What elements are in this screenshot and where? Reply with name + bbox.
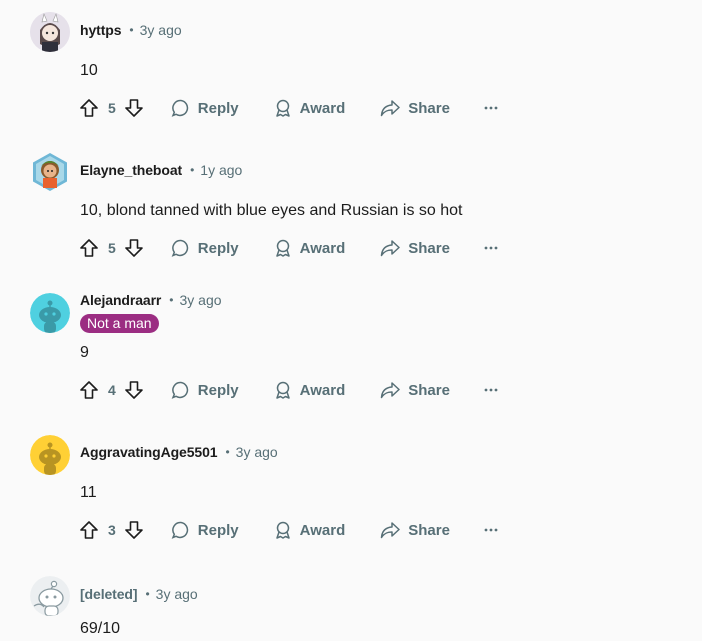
comment-body: 9	[80, 344, 89, 361]
comment-body: 11	[80, 484, 97, 501]
more-options-icon[interactable]	[483, 527, 499, 533]
comment-username[interactable]: hyttps	[80, 22, 122, 38]
award-button[interactable]: Award	[273, 520, 346, 540]
award-button[interactable]: Award	[273, 238, 346, 258]
user-flair-badge: Not a man	[80, 314, 159, 333]
reply-button[interactable]: Reply	[171, 380, 239, 400]
comment-bubble-icon	[171, 98, 191, 118]
comment-actions: 4 Reply Award Share	[78, 378, 499, 402]
separator-dot: •	[190, 163, 195, 177]
reply-label: Reply	[197, 239, 239, 257]
comment-bubble-icon	[171, 520, 191, 540]
reply-button[interactable]: Reply	[171, 520, 239, 540]
separator-dot: •	[169, 293, 174, 307]
vote-count: 5	[108, 240, 116, 256]
comment-timestamp[interactable]: 1y ago	[200, 162, 242, 178]
more-options-icon[interactable]	[483, 387, 499, 393]
comment-username[interactable]: AggravatingAge5501	[80, 444, 218, 460]
award-button[interactable]: Award	[273, 380, 346, 400]
upvote-icon[interactable]	[78, 237, 100, 259]
comment-actions: 3 Reply Award Share	[78, 518, 499, 542]
vote-count: 3	[108, 522, 116, 538]
comment-actions: 5 Reply Award Share	[78, 236, 499, 260]
reply-label: Reply	[197, 99, 239, 117]
separator-dot: •	[145, 587, 150, 601]
downvote-icon[interactable]	[123, 379, 145, 401]
share-arrow-icon	[379, 380, 401, 400]
downvote-icon[interactable]	[123, 519, 145, 541]
more-options-icon[interactable]	[483, 105, 499, 111]
comment-bubble-icon	[171, 380, 191, 400]
comment-bubble-icon	[171, 238, 191, 258]
user-avatar[interactable]	[30, 435, 70, 475]
comment-username[interactable]: Alejandraarr	[80, 292, 161, 308]
downvote-icon[interactable]	[123, 97, 145, 119]
comment-actions: 5 Reply Award Share	[78, 96, 499, 120]
downvote-icon[interactable]	[123, 237, 145, 259]
comment-timestamp[interactable]: 3y ago	[140, 22, 182, 38]
comment-body: 69/10	[80, 620, 121, 637]
user-avatar[interactable]	[30, 12, 70, 52]
share-label: Share	[408, 521, 450, 539]
share-arrow-icon	[379, 98, 401, 118]
comment-body: 10, blond tanned with blue eyes and Russ…	[80, 202, 463, 219]
share-button[interactable]: Share	[379, 238, 450, 258]
user-avatar[interactable]	[30, 576, 70, 616]
share-label: Share	[408, 239, 450, 257]
upvote-icon[interactable]	[78, 97, 100, 119]
comment-timestamp[interactable]: 3y ago	[156, 586, 198, 602]
award-icon	[273, 380, 293, 400]
award-button[interactable]: Award	[273, 98, 346, 118]
more-options-icon[interactable]	[483, 245, 499, 251]
user-avatar[interactable]	[30, 152, 70, 192]
upvote-icon[interactable]	[78, 519, 100, 541]
award-icon	[273, 520, 293, 540]
vote-count: 4	[108, 382, 116, 398]
vote-count: 5	[108, 100, 116, 116]
award-label: Award	[299, 381, 346, 399]
separator-dot: •	[225, 445, 230, 459]
share-label: Share	[408, 99, 450, 117]
upvote-icon[interactable]	[78, 379, 100, 401]
comment-timestamp[interactable]: 3y ago	[236, 444, 278, 460]
comment-body: 10	[80, 62, 98, 79]
award-icon	[273, 98, 293, 118]
share-arrow-icon	[379, 520, 401, 540]
comment-timestamp[interactable]: 3y ago	[180, 292, 222, 308]
share-button[interactable]: Share	[379, 380, 450, 400]
reply-button[interactable]: Reply	[171, 98, 239, 118]
share-arrow-icon	[379, 238, 401, 258]
award-label: Award	[299, 521, 346, 539]
award-icon	[273, 238, 293, 258]
share-button[interactable]: Share	[379, 98, 450, 118]
comment-thread: hyttps • 3y ago 10 5 Reply Award Share E…	[0, 0, 702, 641]
reply-label: Reply	[197, 381, 239, 399]
share-label: Share	[408, 381, 450, 399]
reply-label: Reply	[197, 521, 239, 539]
reply-button[interactable]: Reply	[171, 238, 239, 258]
user-avatar[interactable]	[30, 293, 70, 333]
award-label: Award	[299, 99, 346, 117]
share-button[interactable]: Share	[379, 520, 450, 540]
comment-username: [deleted]	[80, 586, 138, 602]
comment-username[interactable]: Elayne_theboat	[80, 162, 182, 178]
separator-dot: •	[129, 23, 134, 37]
award-label: Award	[299, 239, 346, 257]
